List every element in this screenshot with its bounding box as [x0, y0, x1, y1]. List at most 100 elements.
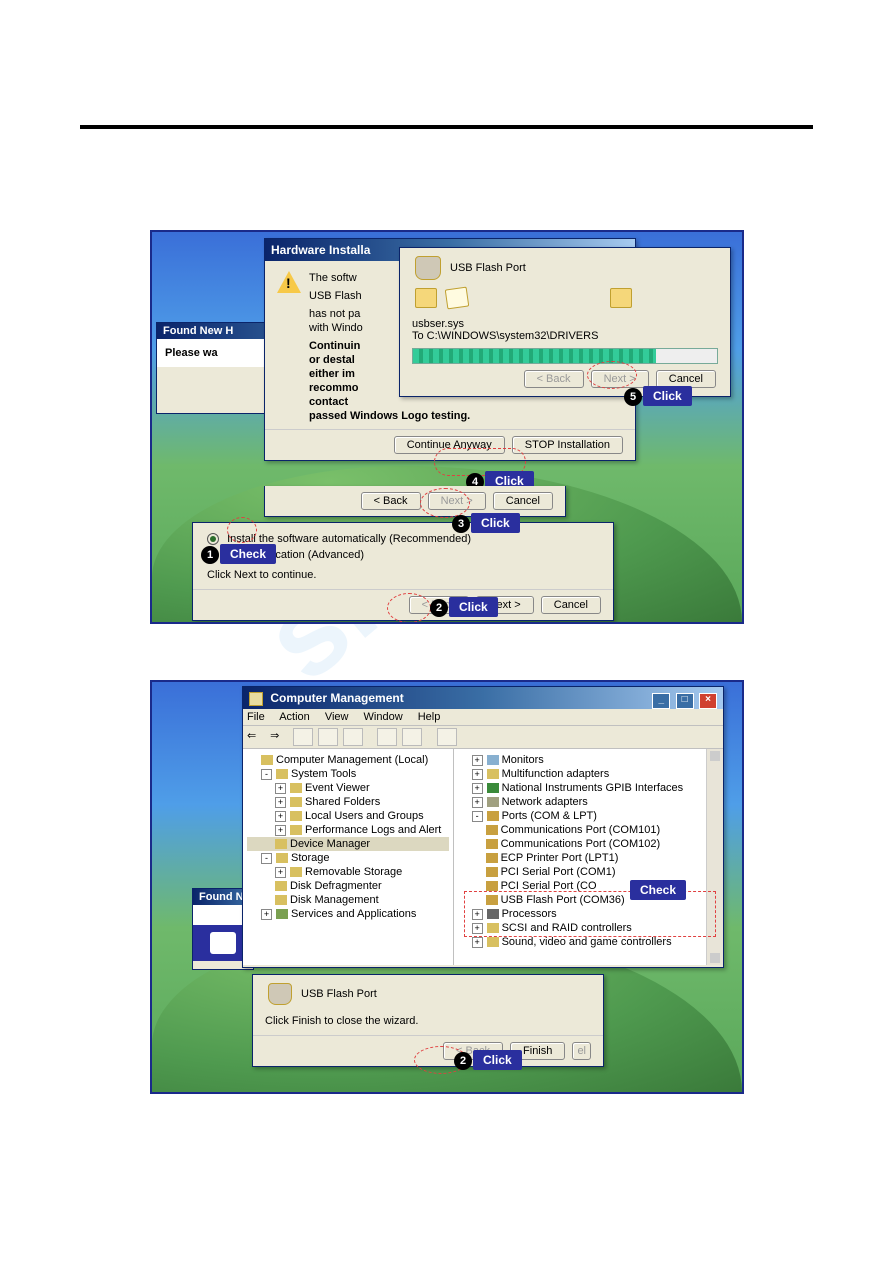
cm-event-viewer[interactable]: Event Viewer: [305, 782, 370, 794]
refresh-icon[interactable]: [377, 728, 397, 746]
cm-system-tools[interactable]: System Tools: [291, 768, 356, 780]
gpib-icon: [487, 783, 499, 793]
hw-line-5e: contact: [309, 395, 623, 409]
expand-icon[interactable]: +: [472, 783, 483, 794]
menu-window[interactable]: Window: [364, 711, 403, 723]
node-com102[interactable]: Communications Port (COM102): [501, 838, 661, 850]
cm-local-users[interactable]: Local Users and Groups: [305, 810, 424, 822]
step-bubble-1: 1: [201, 546, 219, 564]
click-tag-3: Click: [471, 513, 520, 533]
tool-icon[interactable]: [402, 728, 422, 746]
node-ecp[interactable]: ECP Printer Port (LPT1): [501, 852, 619, 864]
click-tag-2: Click: [473, 1050, 522, 1070]
nav-back-icon[interactable]: ⇐: [247, 729, 265, 745]
computer-icon: [261, 755, 273, 765]
node-monitors[interactable]: Monitors: [502, 754, 544, 766]
folder-icon: [610, 288, 632, 308]
properties-icon[interactable]: [318, 728, 338, 746]
radio-auto-highlight: [227, 517, 257, 543]
perf-icon: [290, 825, 302, 835]
cm-right-pane[interactable]: + Monitors + Multifunction adapters + Natio…: [454, 749, 723, 965]
expand-icon[interactable]: +: [275, 867, 286, 878]
users-icon: [290, 811, 302, 821]
menu-view[interactable]: View: [325, 711, 349, 723]
services-icon: [276, 909, 288, 919]
collapse-icon[interactable]: -: [472, 811, 483, 822]
horizontal-rule: [80, 125, 813, 129]
cm-device-manager[interactable]: Device Manager: [290, 838, 370, 850]
back-button[interactable]: < Back: [524, 370, 584, 388]
cm-defrag[interactable]: Disk Defragmenter: [290, 880, 382, 892]
tool-icon[interactable]: [437, 728, 457, 746]
window-controls: _ □ ×: [650, 690, 717, 709]
expand-icon[interactable]: +: [261, 909, 272, 920]
event-icon: [290, 783, 302, 793]
check-tag: Check: [630, 880, 686, 900]
cm-services[interactable]: Services and Applications: [291, 908, 416, 920]
cm-app-icon: [249, 692, 263, 706]
expand-icon[interactable]: +: [472, 937, 483, 948]
menu-file[interactable]: File: [247, 711, 265, 723]
cm-root[interactable]: Computer Management (Local): [276, 754, 428, 766]
print-icon[interactable]: [343, 728, 363, 746]
warning-icon: [277, 271, 301, 293]
next2-highlight: [387, 593, 431, 623]
cm-removable[interactable]: Removable Storage: [305, 866, 402, 878]
expand-icon[interactable]: +: [275, 811, 286, 822]
file-copy-panel: USB Flash Port usbser.sys To C:\WINDOWS\…: [399, 247, 731, 397]
node-sound[interactable]: Sound, video and game controllers: [502, 936, 672, 948]
collapse-icon[interactable]: -: [261, 853, 272, 864]
expand-icon[interactable]: +: [275, 783, 286, 794]
step-bubble-2: 2: [454, 1052, 472, 1070]
step-bubble-3: 3: [452, 515, 470, 533]
cm-disk-management[interactable]: Disk Management: [290, 894, 379, 906]
sound-icon: [487, 937, 499, 947]
back-button[interactable]: < Back: [361, 492, 421, 510]
cm-performance[interactable]: Performance Logs and Alert: [305, 824, 441, 836]
minimize-button[interactable]: _: [652, 693, 670, 709]
cancel-button-cut[interactable]: el: [572, 1042, 591, 1060]
up-level-icon[interactable]: [293, 728, 313, 746]
step-bubble-2: 2: [430, 599, 448, 617]
port-icon: [486, 867, 498, 877]
cm-left-pane[interactable]: Computer Management (Local) - System Tool…: [243, 749, 454, 965]
close-button[interactable]: ×: [699, 693, 717, 709]
nav-forward-icon[interactable]: ⇒: [270, 729, 288, 745]
cm-shared-folders[interactable]: Shared Folders: [305, 796, 380, 808]
cm-panes: Computer Management (Local) - System Tool…: [243, 749, 723, 965]
node-multifunction[interactable]: Multifunction adapters: [502, 768, 610, 780]
ports-icon: [487, 811, 499, 821]
maximize-button[interactable]: □: [676, 693, 694, 709]
expand-icon[interactable]: +: [275, 797, 286, 808]
document-page: slive Found New H Please wa Install the …: [0, 0, 893, 1263]
cm-storage[interactable]: Storage: [291, 852, 330, 864]
expand-icon[interactable]: +: [472, 769, 483, 780]
finish-device: USB Flash Port: [301, 988, 377, 1000]
next5-highlight: [587, 361, 637, 389]
port-icon: [486, 825, 498, 835]
node-ni-gpib[interactable]: National Instruments GPIB Interfaces: [502, 782, 684, 794]
node-network[interactable]: Network adapters: [502, 796, 588, 808]
wizard-nav-row: < Back Next > Cancel: [264, 486, 566, 517]
node-pci1[interactable]: PCI Serial Port (COM1): [501, 866, 616, 878]
click-tag-5: Click: [643, 386, 692, 406]
finish-instruction: Click Finish to close the wizard.: [265, 1015, 591, 1027]
menu-action[interactable]: Action: [279, 711, 310, 723]
node-ports[interactable]: Ports (COM & LPT): [502, 810, 597, 822]
copy-panel-device: USB Flash Port: [450, 262, 526, 274]
menu-help[interactable]: Help: [418, 711, 441, 723]
node-com101[interactable]: Communications Port (COM101): [501, 824, 661, 836]
monitor-icon: [487, 755, 499, 765]
computer-management-window: Computer Management _ □ × File Action Vi…: [242, 686, 724, 968]
stop-installation-button[interactable]: STOP Installation: [512, 436, 623, 454]
folder-icon: [415, 288, 437, 308]
cancel-button[interactable]: Cancel: [493, 492, 553, 510]
collapse-icon[interactable]: -: [261, 769, 272, 780]
expand-icon[interactable]: +: [472, 797, 483, 808]
defrag-icon: [275, 881, 287, 891]
cancel-button[interactable]: Cancel: [541, 596, 601, 614]
click-next-text: Click Next to continue.: [207, 563, 599, 581]
cm-titlebar: Computer Management _ □ ×: [243, 687, 723, 709]
expand-icon[interactable]: +: [275, 825, 286, 836]
expand-icon[interactable]: +: [472, 755, 483, 766]
